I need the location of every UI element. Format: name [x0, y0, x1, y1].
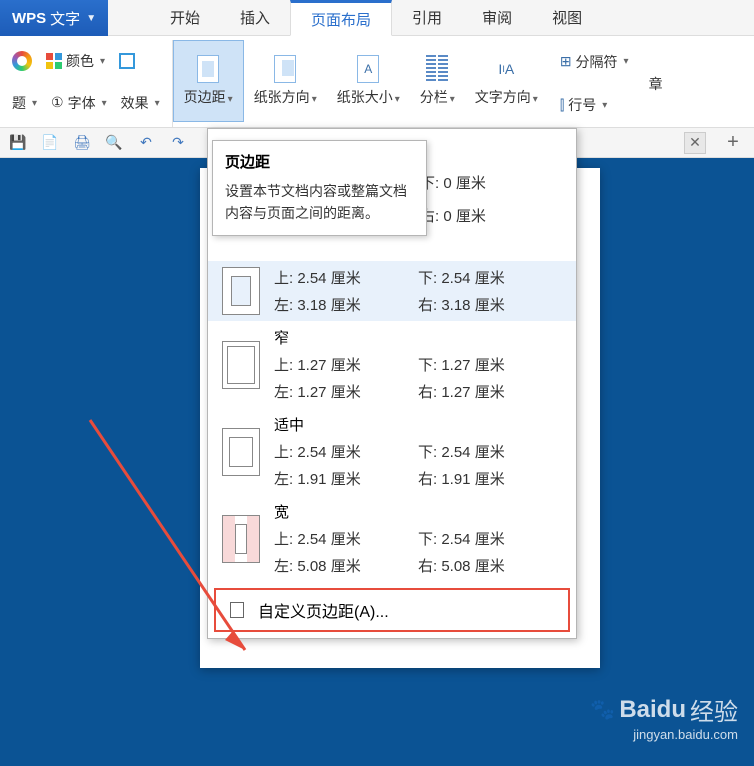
- ribbon: 颜色▾ 题▾ ①字体▾ 效果▾ 页边距▾ 纸张方向▾ A 纸张大小▾ 分栏▾ I…: [0, 36, 754, 128]
- redo-icon[interactable]: ↷: [170, 135, 186, 151]
- menu-start[interactable]: 开始: [150, 0, 220, 36]
- menu-view[interactable]: 视图: [532, 0, 602, 36]
- margin-thumb-icon: [222, 515, 260, 563]
- effect-button[interactable]: 效果▾: [117, 91, 164, 115]
- linenum-button[interactable]: ⫿行号▾: [556, 93, 633, 117]
- margins-icon: [197, 55, 219, 83]
- orientation-icon: [274, 55, 296, 83]
- menu-insert[interactable]: 插入: [220, 0, 290, 36]
- margin-option-narrow[interactable]: 窄 上: 1.27 厘米下: 1.27 厘米 左: 1.27 厘米右: 1.27…: [208, 321, 576, 408]
- watermark: 🐾Baidu经验 jingyan.baidu.com: [590, 692, 738, 742]
- tooltip-desc: 设置本节文档内容或整篇文档内容与页面之间的距离。: [225, 180, 414, 225]
- tab-add-button[interactable]: +: [722, 132, 744, 154]
- title-bar: WPS 文字 ▼: [0, 0, 108, 36]
- tooltip-title: 页边距: [225, 151, 414, 172]
- menu-pagelayout[interactable]: 页面布局: [290, 0, 392, 36]
- rainbow-theme-icon[interactable]: [8, 49, 36, 73]
- menu-bar: 开始 插入 页面布局 引用 审阅 视图: [0, 0, 754, 36]
- app-name: WPS: [12, 10, 46, 27]
- last-margin-values: 下: 0 厘米 右: 0 厘米: [420, 172, 486, 226]
- size-icon: A: [357, 55, 379, 83]
- undo-icon[interactable]: ↶: [138, 135, 154, 151]
- save-icon[interactable]: 💾: [10, 135, 26, 151]
- margin-option-custom[interactable]: 自定义页边距(A)...: [214, 588, 570, 632]
- margin-thumb-icon: [222, 267, 260, 315]
- orientation-button[interactable]: 纸张方向▾: [244, 40, 327, 122]
- margin-option-wide[interactable]: 宽 上: 2.54 厘米下: 2.54 厘米 左: 5.08 厘米右: 5.08…: [208, 495, 576, 582]
- tab-close-button[interactable]: ✕: [684, 132, 706, 154]
- textdir-icon: IIA: [495, 55, 517, 83]
- menu-references[interactable]: 引用: [392, 0, 462, 36]
- margins-tooltip: 页边距 设置本节文档内容或整篇文档内容与页面之间的距离。: [212, 140, 427, 236]
- app-sub: 文字: [50, 8, 80, 29]
- shape-icon[interactable]: [115, 51, 139, 71]
- margins-button[interactable]: 页边距▾: [173, 40, 244, 122]
- chapter-button[interactable]: 章: [645, 72, 667, 96]
- size-button[interactable]: A 纸张大小▾: [327, 40, 410, 122]
- preview-icon[interactable]: 🔍: [106, 135, 122, 151]
- margin-thumb-icon: [222, 428, 260, 476]
- margin-option-normal[interactable]: 上: 2.54 厘米下: 2.54 厘米 左: 3.18 厘米右: 3.18 厘…: [208, 261, 576, 321]
- margin-option-moderate[interactable]: 适中 上: 2.54 厘米下: 2.54 厘米 左: 1.91 厘米右: 1.9…: [208, 408, 576, 495]
- font-button[interactable]: ①字体▾: [47, 91, 111, 115]
- columns-icon: [426, 55, 448, 83]
- app-dropdown-icon[interactable]: ▼: [86, 13, 96, 24]
- break-button[interactable]: ⊞分隔符▾: [556, 50, 633, 74]
- margin-thumb-icon: [222, 341, 260, 389]
- color-button[interactable]: 颜色▾: [42, 49, 109, 73]
- saveas-icon[interactable]: 📄: [42, 135, 58, 151]
- theme-button[interactable]: 题▾: [8, 91, 41, 115]
- print-icon[interactable]: 🖨: [74, 135, 90, 151]
- columns-button[interactable]: 分栏▾: [410, 40, 465, 122]
- textdir-button[interactable]: IIA 文字方向▾: [465, 40, 548, 122]
- custom-margin-icon: [230, 602, 244, 618]
- menu-review[interactable]: 审阅: [462, 0, 532, 36]
